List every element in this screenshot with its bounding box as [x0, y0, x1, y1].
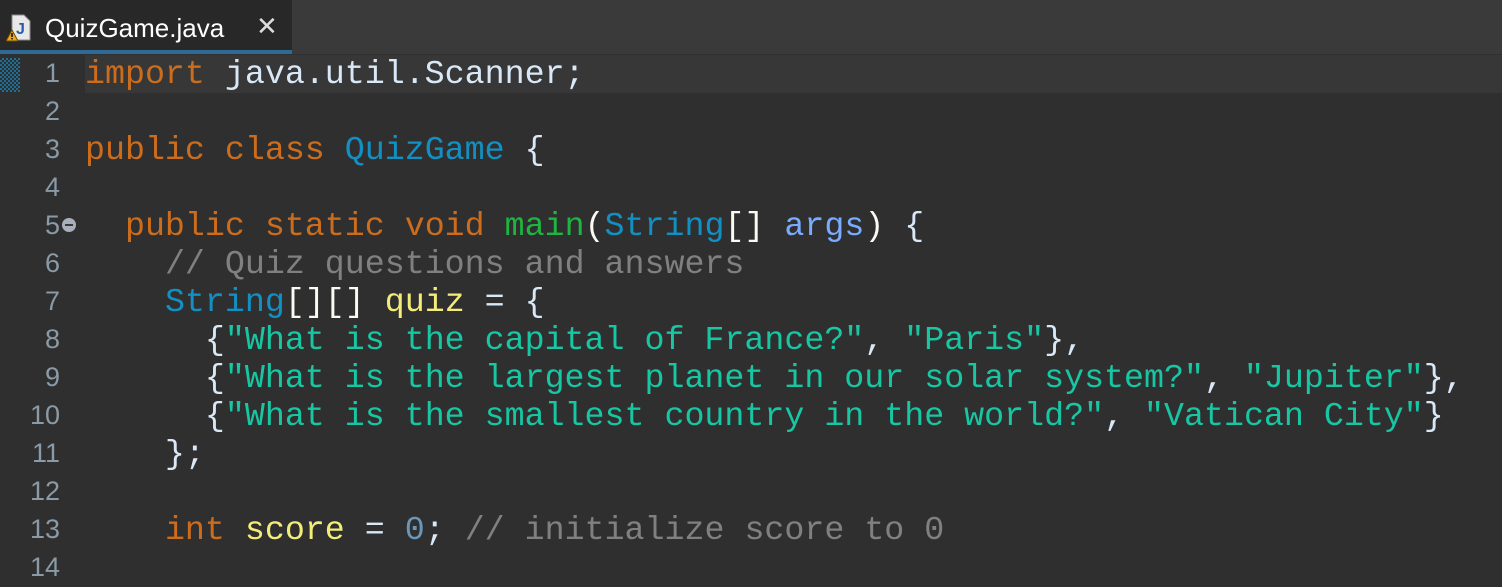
- code-text: {"What is the capital of France?", "Pari…: [85, 321, 1502, 359]
- line-number: 8: [44, 324, 60, 354]
- token-text: {: [85, 397, 225, 435]
- code-line[interactable]: 13 int score = 0; // initialize score to…: [0, 511, 1502, 549]
- token-param: args: [784, 207, 865, 245]
- code-line[interactable]: 8 {"What is the capital of France?", "Pa…: [0, 321, 1502, 359]
- token-comment: // Quiz questions and answers: [164, 245, 745, 283]
- token-keyword: public class: [85, 131, 325, 169]
- token-text: ,: [1104, 397, 1145, 435]
- token-string: "Paris": [904, 321, 1045, 359]
- token-text: ,: [864, 321, 905, 359]
- code-line[interactable]: 1 import java.util.Scanner;: [0, 55, 1502, 93]
- code-line[interactable]: 10 {"What is the smallest country in the…: [0, 397, 1502, 435]
- token-text: java.util.Scanner;: [204, 55, 585, 93]
- token-method: main: [504, 207, 585, 245]
- line-number: 2: [44, 96, 60, 126]
- token-text: {: [884, 207, 925, 245]
- tab-quizgame-java[interactable]: J QuizGame.java ✕: [0, 0, 292, 54]
- token-text: {: [85, 321, 225, 359]
- token-text: },: [1044, 321, 1085, 359]
- line-number: 13: [29, 514, 60, 544]
- code-line[interactable]: 11 };: [0, 435, 1502, 473]
- code-text: public static void main(String[] args) {: [85, 207, 1502, 245]
- line-number: 3: [44, 134, 60, 164]
- token-local: score: [244, 511, 345, 549]
- token-string: "Jupiter": [1243, 359, 1424, 397]
- token-punct: []: [724, 207, 765, 245]
- token-text: ;: [424, 511, 465, 549]
- token-text: =: [344, 511, 405, 549]
- token-comment: // initialize score to 0: [464, 511, 945, 549]
- svg-text:J: J: [16, 21, 25, 38]
- code-line[interactable]: 6 // Quiz questions and answers: [0, 245, 1502, 283]
- java-file-warning-icon: J: [6, 14, 31, 42]
- line-number: 5: [44, 210, 60, 240]
- line-number: 6: [44, 248, 60, 278]
- code-line[interactable]: 12: [0, 473, 1502, 511]
- token-text: };: [85, 435, 205, 473]
- line-number: 1: [44, 58, 60, 88]
- fold-collapse-icon[interactable]: [62, 218, 76, 232]
- code-line[interactable]: 2: [0, 93, 1502, 131]
- token-text: {: [504, 131, 545, 169]
- token-type: String: [164, 283, 285, 321]
- token-text: ,: [1203, 359, 1244, 397]
- code-editor[interactable]: 1 import java.util.Scanner; 2 3 public class…: [0, 55, 1502, 582]
- code-text: {"What is the smallest country in the wo…: [85, 397, 1502, 435]
- tab-title: QuizGame.java: [45, 13, 225, 43]
- editor-tab-bar: J QuizGame.java ✕: [0, 0, 1502, 54]
- line-number: 11: [31, 438, 60, 468]
- code-line[interactable]: 9 {"What is the largest planet in our so…: [0, 359, 1502, 397]
- token-type: QuizGame: [344, 131, 505, 169]
- code-line[interactable]: 5 public static void main(String[] args)…: [0, 207, 1502, 245]
- code-text: int score = 0; // initialize score to 0: [85, 511, 1502, 549]
- line-number: 4: [44, 172, 60, 202]
- token-punct: ): [864, 207, 885, 245]
- close-tab-icon[interactable]: ✕: [256, 11, 278, 42]
- code-text: {"What is the largest planet in our sola…: [85, 359, 1502, 397]
- line-number: 10: [29, 400, 60, 430]
- code-text: // Quiz questions and answers: [85, 245, 1502, 283]
- token-local: quiz: [384, 283, 465, 321]
- token-string: "What is the capital of France?": [224, 321, 865, 359]
- token-text: = {: [464, 283, 545, 321]
- code-line[interactable]: 4: [0, 169, 1502, 207]
- token-text: {: [85, 359, 225, 397]
- token-punct: (: [584, 207, 605, 245]
- token-number: 0: [404, 511, 425, 549]
- code-line[interactable]: 7 String[][] quiz = {: [0, 283, 1502, 321]
- code-text: };: [85, 435, 1502, 473]
- line-number: 12: [29, 476, 60, 506]
- token-text: }: [1423, 397, 1444, 435]
- code-text: public class QuizGame {: [85, 131, 1502, 169]
- code-line[interactable]: 14: [0, 549, 1502, 587]
- code-text: String[][] quiz = {: [85, 283, 1502, 321]
- token-punct: [][]: [284, 283, 365, 321]
- line-number: 7: [44, 286, 60, 316]
- token-keyword: public static void: [124, 207, 485, 245]
- token-string: "Vatican City": [1144, 397, 1424, 435]
- code-text: import java.util.Scanner;: [85, 55, 1502, 93]
- token-keyword: import: [85, 55, 205, 93]
- token-text: },: [1423, 359, 1464, 397]
- line-number: 9: [44, 362, 60, 392]
- token-type: String: [604, 207, 725, 245]
- token-string: "What is the largest planet in our solar…: [224, 359, 1204, 397]
- code-line[interactable]: 3 public class QuizGame {: [0, 131, 1502, 169]
- token-string: "What is the smallest country in the wor…: [224, 397, 1105, 435]
- line-number: 14: [29, 552, 60, 582]
- token-keyword: int: [164, 511, 225, 549]
